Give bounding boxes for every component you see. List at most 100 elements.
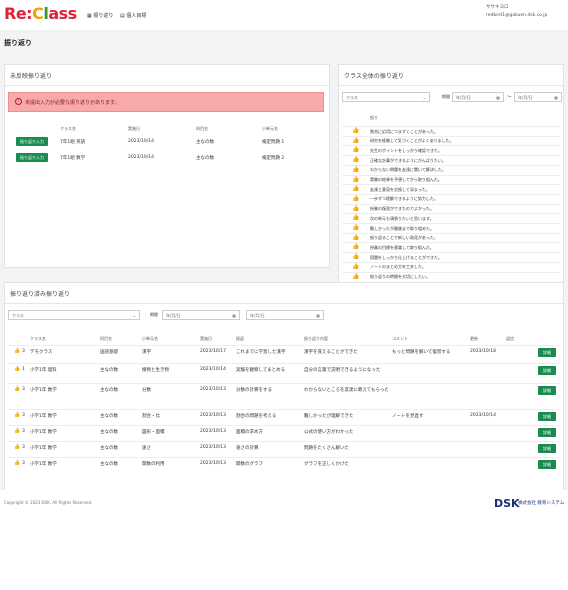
class-cell: 小学1年 数学 [30, 414, 57, 419]
focus-cell: 分数の計算をする [236, 388, 272, 393]
subject-cell: 主なの数 [100, 388, 118, 393]
table-cell: 検定問題 1 [262, 140, 285, 145]
footer: Copyright © 2023 DSK. All Rights Reserve… [0, 490, 568, 520]
row-divider [342, 203, 560, 205]
row-divider [8, 383, 560, 384]
date-cell: 2023/10/17 [200, 349, 226, 354]
reflection-text: 振り返ることで新しい発見があった。 [370, 235, 438, 241]
class-cell: 小学1年 理科 [30, 368, 57, 373]
column-header: コメント [392, 336, 408, 341]
nav-goals[interactable]: ▤ 個人目標 [120, 12, 146, 19]
unit-cell: 漢字 [142, 350, 151, 355]
reflection-text: 授業の復習ができたのでよかった。 [370, 206, 434, 212]
detail-button[interactable]: 詳細 [538, 386, 556, 395]
dsk-logo: DSK [494, 497, 520, 510]
content-cell: 難しかったが理解できた [304, 414, 354, 419]
copyright: Copyright © 2023 DSK. All Rights Reserve… [4, 500, 93, 505]
row-divider [342, 261, 560, 263]
focus-cell: これまでに学習した漢字 [236, 350, 286, 355]
thumbs-up-icon: 👍 [352, 253, 360, 261]
reflection-text: 先生のポイントをしっかり確認できた。 [370, 147, 442, 153]
reviewed-period-label: 期間 [150, 312, 158, 317]
detail-button[interactable]: 詳細 [538, 412, 556, 421]
thumbs-up-icon: 👍 [352, 175, 360, 183]
unit-cell: 速さ [142, 446, 151, 451]
date-from[interactable]: 年/月/日 ▦ [452, 92, 504, 102]
thumbs-up-icon: 👍 [352, 272, 360, 280]
date-cell: 2023/10/13 [200, 461, 226, 466]
subject-cell: 主なの数 [100, 414, 118, 419]
reflection-text: 割合に応用につまずくことがあった。 [370, 128, 438, 134]
subject-cell: 主なの数 [100, 446, 118, 451]
thumbs-up-icon: 👍 [14, 444, 21, 450]
app-logo[interactable]: Re:Class [4, 4, 77, 23]
reflection-text: 次の単元も頑張りたいと思います。 [370, 215, 434, 221]
reaction-count: 3 [22, 429, 25, 434]
input-reflection-button[interactable]: 振り返り入力 [16, 153, 48, 162]
column-header: 科目名 [100, 336, 112, 341]
table-cell: 検定問題 2 [262, 156, 285, 161]
unentered-alert: ! 未提出入力が必要な振り返りがあります。 [8, 92, 324, 112]
thumbs-up-icon: 👍 [352, 243, 360, 251]
content-cell: 漢字を覚えることができた [304, 350, 358, 355]
row-divider [342, 184, 560, 186]
column-header: 振り返り内容 [304, 336, 328, 341]
class-cell: デモクラス [30, 350, 53, 355]
class-cell: 小学1年 数学 [30, 462, 57, 467]
detail-button[interactable]: 詳細 [538, 460, 556, 469]
reviewed-date-from[interactable]: 年/月/日 ▦ [162, 310, 240, 320]
detail-button[interactable]: 詳細 [538, 348, 556, 357]
table-cell: 主なの数 [196, 156, 214, 161]
reflection-text: 正確な計算ができるようにがんばりたい。 [370, 157, 446, 163]
period-label: 期間 [442, 94, 450, 99]
row-divider [8, 457, 560, 458]
thumbs-up-icon: 👍 [352, 233, 360, 241]
thumbs-up-icon: 👍 [352, 214, 360, 222]
detail-button[interactable]: 詳細 [538, 428, 556, 437]
date-to[interactable]: 年/月/日 ▦ [514, 92, 562, 102]
detail-button[interactable]: 詳細 [538, 366, 556, 375]
reviewed-class-select[interactable]: クラス ⌄ [8, 310, 140, 320]
reviewed-date-to[interactable]: 年/月/日 ▦ [246, 310, 324, 320]
row-divider [342, 145, 560, 147]
row-divider [342, 164, 560, 166]
focus-cell: 面積の求め方 [236, 430, 263, 435]
thumbs-up-icon: 👍 [352, 127, 360, 134]
content-cell: 問題をたくさん解いた [304, 446, 349, 451]
thumbs-up-icon: 👍 [352, 136, 360, 144]
comment-cell: もっと問題を解いて復習する [392, 350, 451, 355]
class-select[interactable]: クラス ⌄ [342, 92, 430, 102]
content-cell: 自分の言葉で説明できるようになった [304, 368, 381, 373]
focus-cell: 関数のグラフ [236, 462, 263, 467]
table-cell: 7年1組 英語 [60, 140, 86, 145]
class-reflection-title: クラス全体の振り返り [344, 73, 404, 80]
thumbs-up-icon: 👍 [14, 460, 21, 466]
thumbs-up-icon: 👍 [14, 428, 21, 434]
reflection-text: 振り返りの時間を大切にしたい。 [370, 274, 430, 279]
date-cell: 2023/10/14 [200, 367, 226, 372]
content-cell: わからないところを友達に教えてもらった [304, 388, 388, 393]
nav-reflection[interactable]: ▦ 振り返り [87, 12, 113, 19]
class-cell: 小学1年 数学 [30, 446, 57, 451]
focus-cell: 実験を観察してまとめる [236, 368, 286, 373]
row-divider [342, 126, 560, 127]
reaction-count: 3 [22, 349, 25, 354]
class-cell: 小学1年 数学 [30, 388, 57, 393]
thumbs-up-icon: 👍 [14, 348, 21, 354]
unit-cell: 植物と生き物 [142, 368, 169, 373]
row-divider [342, 174, 560, 176]
thumbs-up-icon: 👍 [352, 156, 360, 164]
detail-button[interactable]: 詳細 [538, 444, 556, 453]
row-divider [342, 232, 560, 234]
column-header: 更新 [470, 336, 478, 341]
column-header: 実施日 [200, 336, 212, 341]
updated-cell: 2023/10/14 [470, 413, 496, 418]
focus-cell: 速さの計算 [236, 446, 259, 451]
row-divider [342, 252, 560, 254]
col-reflection: 振り [370, 115, 378, 120]
user-info[interactable]: ササキヨロ redbird1@gakuen.dsk.co.jp [486, 4, 547, 20]
input-reflection-button[interactable]: 振り返り入力 [16, 137, 48, 146]
reflection-text: 友達と意見を交換して深まった。 [370, 186, 430, 192]
row-divider [8, 425, 560, 426]
reflection-text: 実験の結果を予想してから取り組んだ。 [370, 177, 442, 182]
